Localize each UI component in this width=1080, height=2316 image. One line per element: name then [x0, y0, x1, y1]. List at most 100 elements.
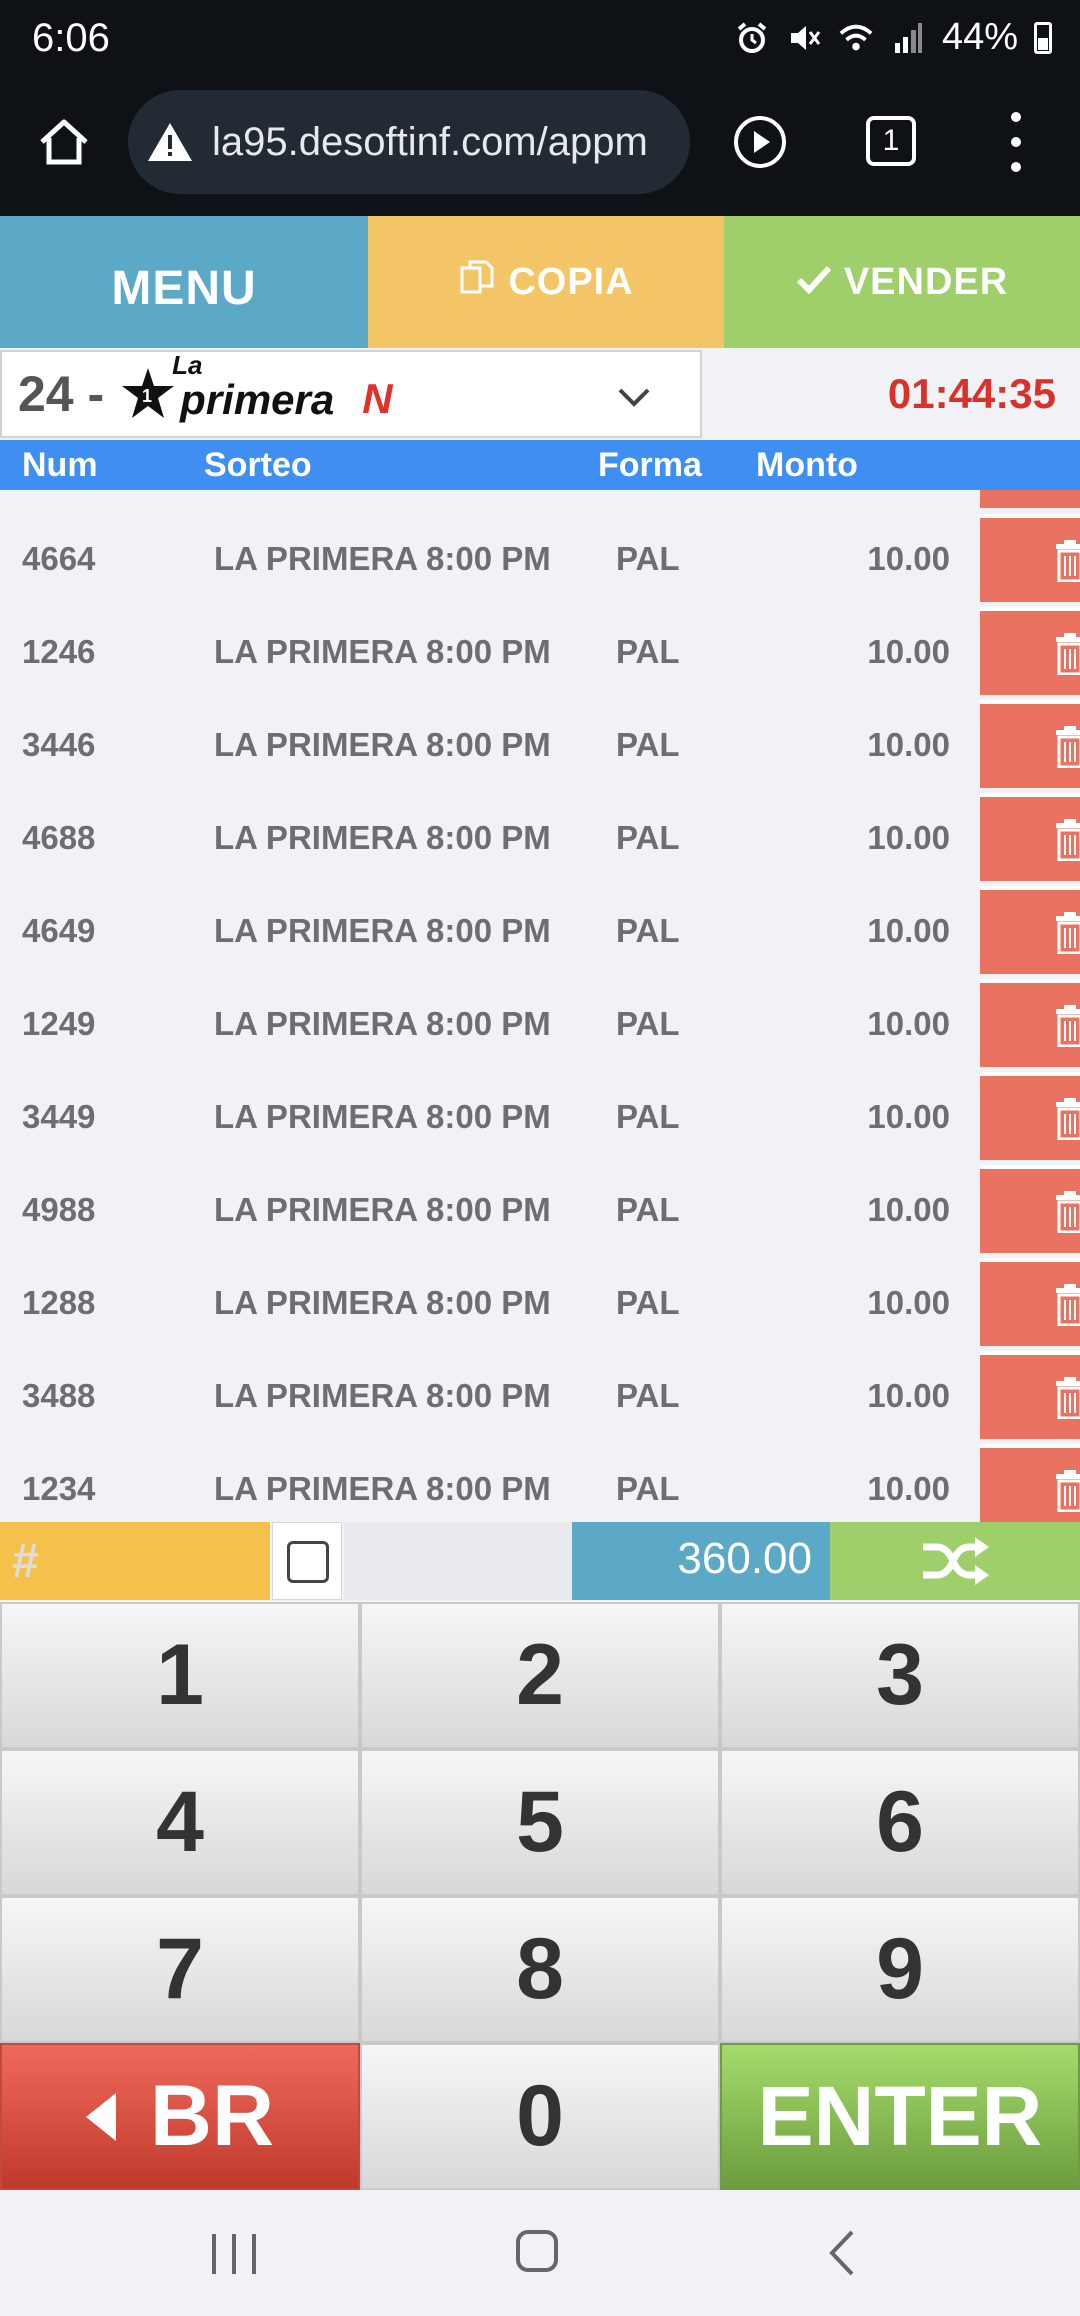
delete-button[interactable] [980, 793, 1080, 881]
delete-button[interactable] [980, 490, 1080, 508]
cell-monto: 10.00 [867, 1191, 950, 1228]
delete-button[interactable] [980, 1351, 1080, 1439]
cell-sorteo: LA PRIMERA 8:00 PM [214, 1377, 551, 1414]
chevron-down-icon[interactable] [616, 380, 652, 416]
trash-icon [1056, 1005, 1080, 1047]
key-1[interactable]: 1 [0, 1602, 360, 1749]
key-5[interactable]: 5 [360, 1749, 720, 1896]
delete-button[interactable] [980, 979, 1080, 1067]
enter-button[interactable]: ENTER [720, 2043, 1080, 2190]
copia-button[interactable]: COPIA [368, 216, 724, 348]
delete-button[interactable] [980, 700, 1080, 788]
cell-monto: 10.00 [867, 1377, 950, 1414]
star-icon: 1 [122, 368, 175, 418]
cell-forma: PAL [616, 1005, 680, 1042]
cell-forma: PAL [616, 1284, 680, 1321]
cell-sorteo: LA PRIMERA 8:00 PM [214, 1470, 551, 1507]
cell-forma: PAL [616, 1191, 680, 1228]
table-row: 1288 LA PRIMERA 8:00 PM PAL 10.00 [0, 1258, 1080, 1351]
logo-n-badge: N [362, 375, 393, 422]
backspace-button[interactable]: BR [0, 2043, 360, 2190]
cell-monto: 10.00 [867, 540, 950, 577]
svg-text:1: 1 [142, 386, 152, 406]
cell-sorteo: LA PRIMERA 8:00 PM [214, 633, 551, 670]
key-8[interactable]: 8 [360, 1896, 720, 2043]
checkbox-container[interactable] [272, 1522, 342, 1600]
delete-button[interactable] [980, 1258, 1080, 1346]
key-9[interactable]: 9 [720, 1896, 1080, 2043]
cell-forma: PAL [616, 540, 680, 577]
cell-sorteo: LA PRIMERA 8:00 PM [214, 1098, 551, 1135]
key-0[interactable]: 0 [360, 2043, 720, 2190]
table-row: 3446 LA PRIMERA 8:00 PM PAL 10.00 [0, 700, 1080, 793]
input-bar: # 360.00 [0, 1522, 1080, 1602]
home-icon[interactable] [36, 114, 92, 170]
menu-button[interactable]: MENU [0, 216, 368, 348]
address-bar[interactable]: la95.desoftinf.com/appm [128, 90, 690, 194]
more-options-icon[interactable] [1000, 112, 1032, 172]
cell-forma: PAL [616, 633, 680, 670]
trash-icon [1056, 540, 1080, 582]
url-text[interactable]: la95.desoftinf.com/appm [212, 120, 648, 165]
vender-label: VENDER [843, 260, 1009, 303]
caret-left-icon [85, 2092, 116, 2141]
warning-icon[interactable] [142, 114, 198, 170]
checkbox[interactable] [287, 1541, 329, 1583]
action-bar: MENU COPIA VENDER [0, 216, 1080, 348]
tab-count-button[interactable]: 1 [866, 116, 916, 166]
cell-num: 4688 [22, 819, 96, 856]
lottery-select[interactable]: 24 - 1 La primera N [0, 350, 702, 438]
table-row: 4664 LA PRIMERA 8:00 PM PAL 10.00 [0, 514, 1080, 607]
delete-button[interactable] [980, 1072, 1080, 1160]
key-3[interactable]: 3 [720, 1602, 1080, 1749]
lottery-number: 24 - [18, 366, 105, 422]
cell-sorteo: LA PRIMERA 8:00 PM [214, 1005, 551, 1042]
shuffle-icon [923, 1537, 989, 1585]
table-row: 3449 LA PRIMERA 8:00 PM PAL 10.00 [0, 1072, 1080, 1165]
number-input[interactable]: # [0, 1522, 270, 1600]
table-row: 4649 LA PRIMERA 8:00 PM PAL 10.00 [0, 886, 1080, 979]
home-nav-icon[interactable] [516, 2230, 558, 2272]
delete-button[interactable] [980, 607, 1080, 695]
status-icons: 44% [734, 16, 1052, 59]
copia-label: COPIA [508, 260, 634, 303]
vender-button[interactable]: VENDER [724, 216, 1080, 348]
delete-button[interactable] [980, 514, 1080, 602]
check-icon [796, 261, 844, 304]
cell-sorteo: LA PRIMERA 8:00 PM [214, 1191, 551, 1228]
battery-icon [1034, 21, 1052, 54]
signal-icon [890, 20, 926, 56]
recent-apps-icon[interactable] [212, 2234, 256, 2278]
header-sorteo: Sorteo [204, 446, 312, 484]
cell-monto: 10.00 [867, 726, 950, 763]
play-icon[interactable] [732, 114, 788, 170]
table-body[interactable]: 4664 LA PRIMERA 8:00 PM PAL 10.00 1246 LA PRI… [0, 490, 1080, 1522]
total-amount: 360.00 [572, 1522, 830, 1600]
header-num: Num [22, 446, 98, 484]
back-icon[interactable] [822, 2228, 862, 2278]
cell-num: 1234 [22, 1470, 96, 1507]
table-row: 4988 LA PRIMERA 8:00 PM PAL 10.00 [0, 1165, 1080, 1258]
delete-button[interactable] [980, 1165, 1080, 1253]
key-4[interactable]: 4 [0, 1749, 360, 1896]
delete-button[interactable] [980, 886, 1080, 974]
key-6[interactable]: 6 [720, 1749, 1080, 1896]
shuffle-button[interactable] [830, 1522, 1080, 1600]
key-7[interactable]: 7 [0, 1896, 360, 2043]
table-row: 1249 LA PRIMERA 8:00 PM PAL 10.00 [0, 979, 1080, 1072]
table-row: 3488 LA PRIMERA 8:00 PM PAL 10.00 [0, 1351, 1080, 1444]
cell-forma: PAL [616, 912, 680, 949]
table-row: 1234 LA PRIMERA 8:00 PM PAL 10.00 [0, 1444, 1080, 1522]
menu-label: MENU [111, 261, 257, 315]
cell-monto: 10.00 [867, 819, 950, 856]
delete-button[interactable] [980, 1444, 1080, 1522]
cell-monto: 10.00 [867, 1284, 950, 1321]
key-2[interactable]: 2 [360, 1602, 720, 1749]
amount-input[interactable] [344, 1522, 572, 1600]
logo-la-text: La [172, 350, 203, 380]
status-bar: 6:06 44% [0, 0, 1080, 80]
table-row: 1246 LA PRIMERA 8:00 PM PAL 10.00 [0, 607, 1080, 700]
countdown-timer: 01:44:35 [887, 370, 1056, 417]
cell-forma: PAL [616, 819, 680, 856]
header-forma: Forma [598, 446, 702, 484]
